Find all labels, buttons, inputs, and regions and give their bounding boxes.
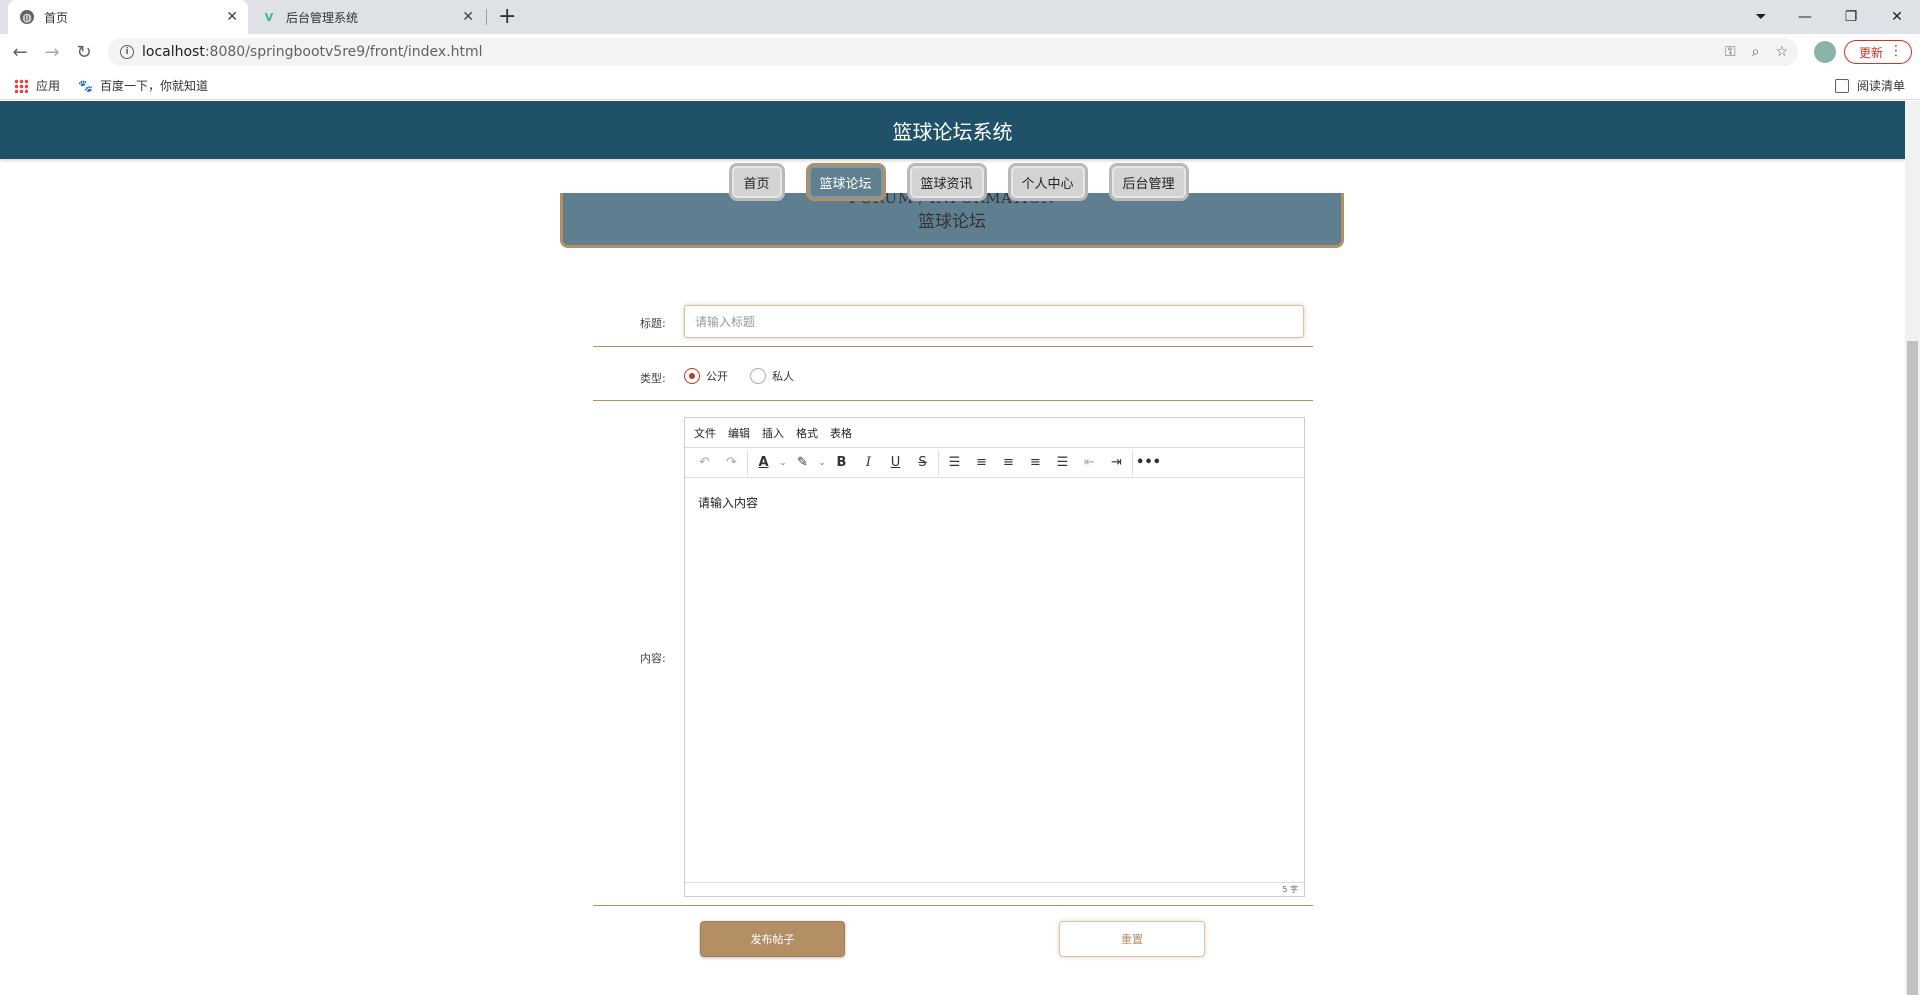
strikethrough-icon[interactable]: S (909, 450, 936, 476)
browser-tab-bar: ◍ 首页 ✕ V 后台管理系统 ✕ + ⏷ — ❐ ✕ (0, 0, 1920, 34)
nav-forum[interactable]: 篮球论坛 (805, 163, 886, 201)
new-tab-icon[interactable]: + (498, 4, 516, 29)
section-banner: FORUM / INFORMATION 篮球论坛 (560, 193, 1344, 248)
globe-icon: ◍ (20, 10, 34, 24)
nav-profile[interactable]: 个人中心 (1007, 163, 1088, 201)
editor-menubar: 文件 编辑 插入 格式 表格 (685, 418, 1304, 448)
title-input[interactable]: 请输入标题 (684, 305, 1304, 338)
page-scrollbar[interactable] (1905, 101, 1920, 995)
title-label: 标题: (640, 317, 666, 330)
menu-edit[interactable]: 编辑 (728, 425, 750, 441)
redo-icon[interactable]: ↷ (718, 450, 745, 476)
radio-label: 公开 (706, 370, 728, 383)
close-tab-icon[interactable]: ✕ (226, 9, 238, 25)
baidu-paw-icon: 🐾 (78, 78, 93, 93)
avatar[interactable] (1814, 41, 1836, 63)
submit-post-button[interactable]: 发布帖子 (700, 921, 845, 957)
radio-dot (684, 368, 700, 384)
url-host: localhost (142, 44, 205, 60)
nav-admin[interactable]: 后台管理 (1108, 163, 1189, 201)
text-color-icon[interactable]: A (750, 450, 777, 476)
radio-dot (750, 368, 766, 384)
bookmarks-bar: 应用 🐾 百度一下，你就知道 阅读清单 (0, 70, 1920, 100)
scrollbar-thumb[interactable] (1907, 341, 1918, 995)
line-height-icon[interactable]: ☰ (941, 450, 968, 476)
reading-list-label: 阅读清单 (1857, 79, 1906, 93)
rich-text-editor: 文件 编辑 插入 格式 表格 ↶ ↷ A ⌄ ✎ ⌄ B I U S ☰ ≡ ≡… (684, 417, 1305, 897)
window-close-icon[interactable]: ✕ (1874, 0, 1920, 34)
main-nav: 首页 篮球论坛 篮球资讯 个人中心 后台管理 (0, 163, 1905, 201)
update-label: 更新 (1859, 45, 1884, 60)
site-info-icon[interactable]: i (120, 45, 134, 59)
tab-title: 后台管理系统 (286, 10, 359, 25)
browser-tab-home[interactable]: ◍ 首页 ✕ (8, 0, 248, 34)
browser-toolbar: ← → ↻ i localhost:8080/springbootv5re9/f… (0, 34, 1920, 70)
undo-icon[interactable]: ↶ (691, 450, 718, 476)
key-icon[interactable]: ⚿ (1725, 44, 1736, 60)
align-justify-icon[interactable]: ☰ (1049, 450, 1076, 476)
bookmark-label: 百度一下，你就知道 (100, 79, 209, 93)
bookmark-apps[interactable]: 应用 (14, 77, 60, 94)
tab-title: 首页 (44, 10, 69, 25)
toolbar-divider (1132, 449, 1133, 476)
site-title: 篮球论坛系统 (892, 119, 1013, 144)
align-left-icon[interactable]: ≡ (968, 450, 995, 476)
radio-public[interactable]: 公开 (684, 368, 728, 384)
word-count: 5 字 (1282, 885, 1298, 894)
underline-icon[interactable]: U (882, 450, 909, 476)
align-center-icon[interactable]: ≡ (995, 450, 1022, 476)
bold-icon[interactable]: B (828, 450, 855, 476)
menu-format[interactable]: 格式 (796, 425, 818, 441)
site-header: 篮球论坛系统 (0, 101, 1905, 159)
menu-file[interactable]: 文件 (694, 425, 716, 441)
content-label: 内容: (640, 652, 666, 665)
chevron-down-icon[interactable]: ⌄ (777, 450, 789, 476)
radio-label: 私人 (772, 370, 794, 383)
highlight-icon[interactable]: ✎ (789, 450, 816, 476)
toolbar-divider (747, 449, 748, 476)
star-icon[interactable]: ☆ (1775, 44, 1788, 60)
indent-icon[interactable]: ⇥ (1103, 450, 1130, 476)
toolbar-divider (938, 449, 939, 476)
tab-separator (486, 9, 487, 25)
update-button[interactable]: 更新 ⋮ (1844, 40, 1912, 64)
bookmark-baidu[interactable]: 🐾 百度一下，你就知道 (78, 77, 208, 94)
outdent-icon[interactable]: ⇤ (1076, 450, 1103, 476)
italic-icon[interactable]: I (855, 450, 882, 476)
chevron-down-icon[interactable]: ⌄ (816, 450, 828, 476)
radio-private[interactable]: 私人 (750, 368, 794, 384)
nav-home[interactable]: 首页 (728, 163, 785, 201)
bookmark-label: 应用 (36, 79, 61, 93)
forward-icon[interactable]: → (40, 40, 64, 64)
url-path: :8080/springbootv5re9/front/index.html (204, 44, 483, 60)
nav-news[interactable]: 篮球资讯 (906, 163, 987, 201)
close-tab-icon[interactable]: ✕ (462, 9, 474, 25)
more-options-icon[interactable]: ••• (1135, 450, 1162, 476)
vue-logo-icon: V (264, 10, 274, 24)
tab-search-icon[interactable]: ⏷ (1738, 0, 1784, 34)
browser-tab-admin[interactable]: V 后台管理系统 ✕ (252, 0, 484, 34)
menu-insert[interactable]: 插入 (762, 425, 784, 441)
restore-icon[interactable]: ❐ (1828, 0, 1874, 34)
banner-title: 篮球论坛 (918, 212, 986, 232)
reading-list[interactable]: 阅读清单 (1835, 77, 1905, 94)
editor-statusbar: 5 字 (685, 882, 1304, 896)
editor-content[interactable]: 请输入内容 (698, 494, 758, 511)
zoom-icon[interactable]: ⌕ (1752, 44, 1760, 60)
reset-button[interactable]: 重置 (1059, 921, 1205, 957)
editor-toolbar: ↶ ↷ A ⌄ ✎ ⌄ B I U S ☰ ≡ ≡ ≡ ☰ ⇤ ⇥ ••• (685, 448, 1304, 478)
menu-table[interactable]: 表格 (830, 425, 852, 441)
align-right-icon[interactable]: ≡ (1022, 450, 1049, 476)
back-icon[interactable]: ← (8, 40, 32, 64)
minimize-icon[interactable]: — (1782, 0, 1828, 34)
apps-grid-icon (14, 78, 28, 93)
address-bar[interactable]: i localhost:8080/springbootv5re9/front/i… (108, 38, 1798, 66)
reload-icon[interactable]: ↻ (72, 40, 96, 64)
reading-list-icon (1835, 78, 1849, 93)
type-label: 类型: (640, 372, 666, 385)
page-viewport: 篮球论坛系统 首页 篮球论坛 篮球资讯 个人中心 后台管理 FORUM / IN… (0, 101, 1905, 995)
more-menu-icon: ⋮ (1889, 43, 1903, 59)
